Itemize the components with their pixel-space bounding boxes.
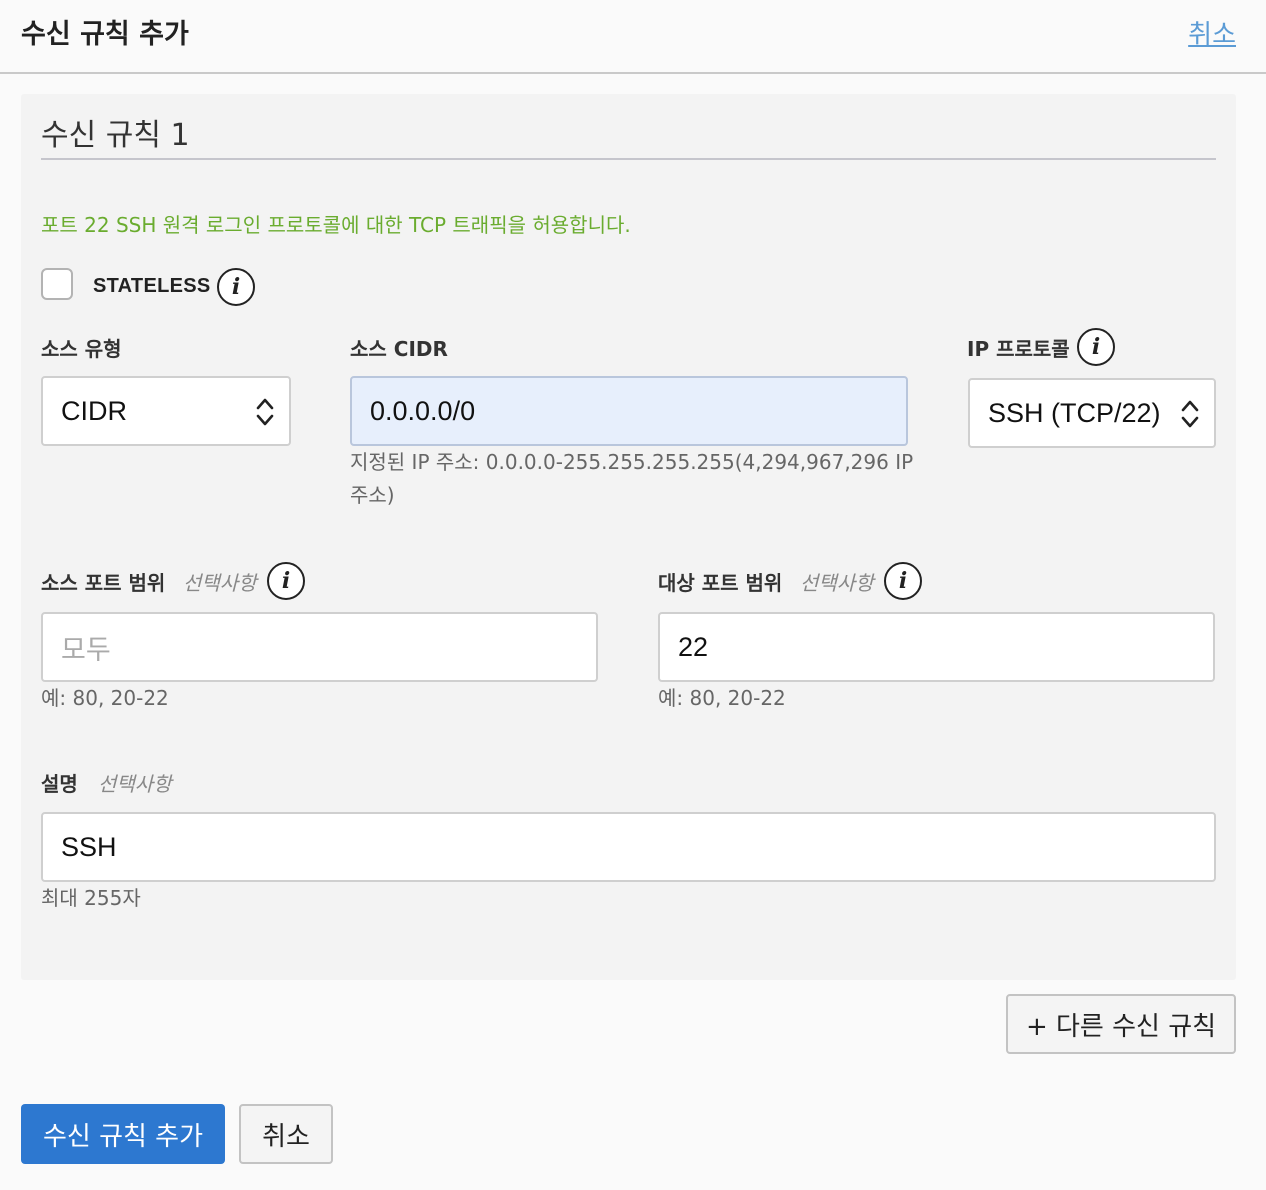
description-label: 설명 [41,772,78,796]
source-cidr-label: 소스 CIDR [350,337,448,361]
ip-protocol-label: IP 프로토콜 [967,337,1070,361]
dest-port-input[interactable]: 22 [658,612,1215,682]
dest-port-optional: 선택사항 [800,571,874,595]
source-port-info-icon[interactable]: i [267,562,305,600]
cancel-button[interactable]: 취소 [239,1104,333,1164]
divider [41,158,1216,160]
source-type-value: CIDR [61,395,127,426]
header-cancel-link[interactable]: 취소 [1188,14,1236,51]
rule-note: 포트 22 SSH 원격 로그인 프로토콜에 대한 TCP 트래픽을 허용합니다… [41,213,631,237]
source-cidr-help: 지정된 IP 주소: 0.0.0.0-255.255.255.255(4,294… [350,446,920,512]
chevron-up-down-icon [1181,400,1199,428]
add-another-rule-button[interactable]: + 다른 수신 규칙 [1006,994,1236,1054]
source-port-placeholder: 모두 [61,634,111,666]
ip-protocol-info-icon[interactable]: i [1077,328,1115,366]
source-cidr-value: 0.0.0.0/0 [370,395,476,426]
ip-protocol-value: SSH (TCP/22) [988,397,1161,428]
description-value: SSH [61,831,117,862]
rule-title: 수신 규칙 1 [41,118,190,153]
chevron-up-down-icon [256,398,274,426]
source-cidr-input[interactable]: 0.0.0.0/0 [350,376,908,446]
ip-protocol-select[interactable]: SSH (TCP/22) [968,378,1216,448]
dest-port-info-icon[interactable]: i [884,562,922,600]
ingress-rule-panel: 수신 규칙 1 포트 22 SSH 원격 로그인 프로토콜에 대한 TCP 트래… [21,94,1236,980]
dest-port-value: 22 [678,631,709,662]
description-optional: 선택사항 [98,772,172,796]
stateless-label: STATELESS [93,275,211,297]
description-help: 최대 255자 [41,886,141,910]
add-ingress-rule-button[interactable]: 수신 규칙 추가 [21,1104,225,1164]
description-input[interactable]: SSH [41,812,1216,882]
source-cidr-help-line1: 지정된 IP 주소: 0.0.0.0-255.255.255.255(4,294… [350,450,914,474]
dest-port-help: 예: 80, 20-22 [658,686,786,710]
source-type-select[interactable]: CIDR [41,376,291,446]
source-port-label: 소스 포트 범위 [41,571,166,595]
stateless-checkbox[interactable] [41,268,73,300]
dest-port-label: 대상 포트 범위 [658,571,783,595]
source-port-optional: 선택사항 [183,571,257,595]
source-type-label: 소스 유형 [41,337,122,361]
dialog-title: 수신 규칙 추가 [21,19,189,50]
source-port-help: 예: 80, 20-22 [41,686,169,710]
source-cidr-help-line2: 주소) [350,483,395,507]
source-port-input[interactable]: 모두 [41,612,598,682]
dialog-header: 수신 규칙 추가 취소 [0,0,1266,74]
stateless-info-icon[interactable]: i [217,268,255,306]
